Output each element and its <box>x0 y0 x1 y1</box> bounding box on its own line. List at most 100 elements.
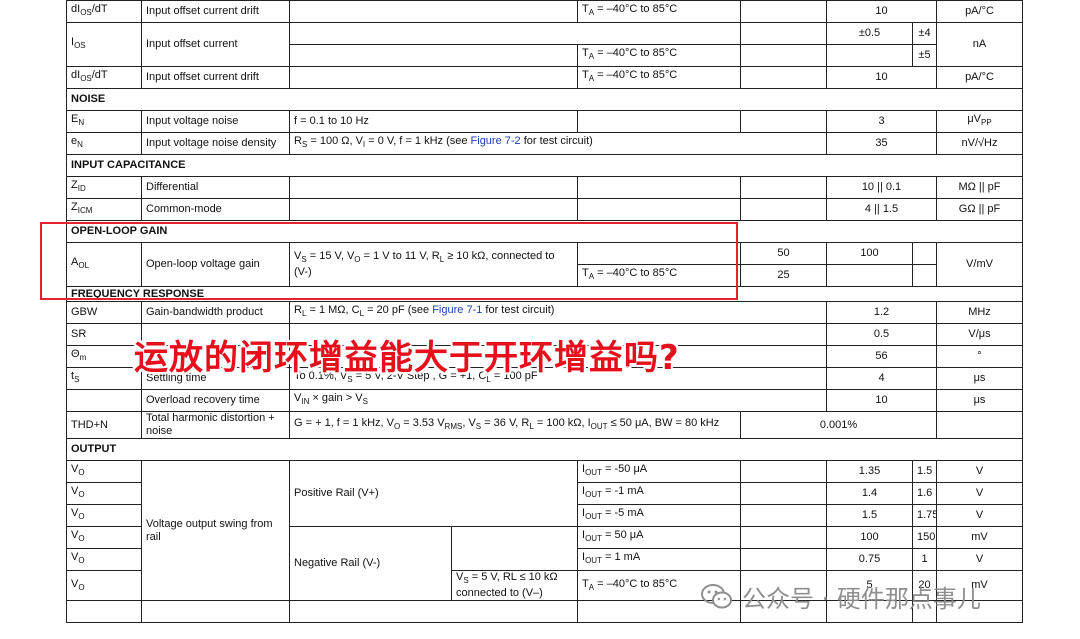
min-cell <box>740 66 827 89</box>
condition-cell: f = 0.1 to 10 Hz <box>289 110 578 133</box>
watermark: 公众号 · 硬件那点事儿 <box>700 579 981 614</box>
parameter-cell: Voltage output swing from rail <box>141 459 290 602</box>
parameter-cell: Differential <box>141 176 290 199</box>
min-cell <box>740 504 827 527</box>
parameter-cell: Total harmonic distortion + noise <box>141 411 290 439</box>
condition2-cell: TA = –40°C to 85°C <box>577 264 741 287</box>
parameter-cell <box>141 600 290 624</box>
typ-cell <box>826 44 913 67</box>
positive-rail-cell: Positive Rail (V+) <box>289 460 578 527</box>
section-title-output: OUTPUT <box>66 438 1023 461</box>
figure-link[interactable]: Figure 7-2 <box>471 135 521 147</box>
parameter-cell: Input voltage noise <box>141 110 290 133</box>
min-cell <box>740 482 827 505</box>
min-cell <box>740 22 827 45</box>
max-cell: ±4 <box>912 22 937 45</box>
symbol-cell: Θm <box>66 345 142 368</box>
min-cell <box>740 176 827 199</box>
iout-cell: IOUT = -1 mA <box>577 482 741 505</box>
table-row: dIOS/dT Input offset current drift TA = … <box>66 0 1023 23</box>
condition2-cell <box>577 198 741 221</box>
typ-cell <box>826 264 913 287</box>
parameter-cell: Overload recovery time <box>141 389 290 412</box>
iout-cell: IOUT = -5 mA <box>577 504 741 527</box>
condition-cell: RL = 1 MΩ, CL = 20 pF (see Figure 7-1 fo… <box>289 301 827 324</box>
typ-cell: 1.2 <box>826 301 937 324</box>
min-cell <box>740 526 827 549</box>
condition2-cell <box>577 242 741 265</box>
min-cell: 50 <box>740 242 827 265</box>
min-cell <box>740 460 827 483</box>
typ-cell: 1.5 <box>826 504 913 527</box>
condition-cell <box>289 22 741 45</box>
parameter-cell: Input voltage noise density <box>141 132 290 155</box>
typ-cell: 4 <box>826 367 937 390</box>
unit-cell: V <box>936 548 1023 571</box>
max-cell: 150 <box>912 526 937 549</box>
min-cell <box>740 44 827 67</box>
parameter-cell: Input offset current drift <box>141 0 290 23</box>
typ-cell: 10 <box>826 389 937 412</box>
symbol-cell: EN <box>66 110 142 133</box>
section-header-row: NOISE <box>66 88 1023 111</box>
condition-cell: RS = 100 Ω, VI = 0 V, f = 1 kHz (see Fig… <box>289 132 827 155</box>
min-cell <box>740 110 827 133</box>
condition2-cell: TA = –40°C to 85°C <box>577 66 741 89</box>
symbol-cell: tS <box>66 367 142 390</box>
negative-rail-cell: Negative Rail (V-) <box>289 525 452 602</box>
figure-link[interactable]: Figure 7-1 <box>432 304 482 316</box>
unit-cell: MHz <box>936 301 1023 324</box>
unit-cell: ° <box>936 345 1023 368</box>
section-title-frequency-response: FREQUENCY RESPONSE <box>66 286 1023 302</box>
typ-cell: 10 <box>826 0 937 23</box>
symbol-cell: VO <box>66 504 142 527</box>
unit-cell: nV/√Hz <box>936 132 1023 155</box>
neg-cond-cell: VS = 5 V, RL ≤ 10 kΩ connected to (V–) <box>451 569 578 602</box>
max-cell: 1.6 <box>912 482 937 505</box>
unit-cell: V <box>936 460 1023 483</box>
typ-cell: 1.4 <box>826 482 913 505</box>
condition-cell <box>289 176 578 199</box>
condition-cell <box>289 44 578 67</box>
electrical-characteristics-table: dIOS/dT Input offset current drift TA = … <box>66 0 1023 624</box>
unit-cell: mV <box>936 526 1023 549</box>
typ-cell: 1.35 <box>826 460 913 483</box>
typ-cell: 56 <box>826 345 937 368</box>
symbol-cell: ZICM <box>66 198 142 221</box>
symbol-cell: VO <box>66 526 142 549</box>
symbol-cell: VO <box>66 548 142 571</box>
symbol-cell: VO <box>66 460 142 483</box>
unit-cell: V/μs <box>936 323 1023 346</box>
section-header-row: INPUT CAPACITANCE <box>66 154 1023 177</box>
symbol-cell: AOL <box>66 242 142 287</box>
unit-cell: V <box>936 482 1023 505</box>
symbol-cell: dIOS/dT <box>66 0 142 23</box>
max-cell: ±5 <box>912 44 937 67</box>
watermark-text: 公众号 · 硬件那点事儿 <box>742 585 981 613</box>
table-row: AOL Open-loop voltage gain VS = 15 V, VO… <box>66 242 1023 287</box>
symbol-cell: THD+N <box>66 411 142 439</box>
condition-cell <box>289 0 578 23</box>
symbol-cell: ZID <box>66 176 142 199</box>
unit-cell: MΩ || pF <box>936 176 1023 199</box>
parameter-cell: Input offset current <box>141 22 290 67</box>
neg-cond-cell <box>451 526 578 571</box>
unit-cell <box>936 411 1023 439</box>
table-row: EN Input voltage noise f = 0.1 to 10 Hz … <box>66 110 1023 133</box>
overlay-question: 运放的闭环增益能大于开环增益吗? <box>134 338 680 378</box>
table-row: Overload recovery time VIN × gain > VS 1… <box>66 389 1023 412</box>
table-row: ZID Differential 10 || 0.1 MΩ || pF <box>66 176 1023 199</box>
section-header-row: OUTPUT <box>66 438 1023 461</box>
symbol-cell: eN <box>66 132 142 155</box>
typ-cell: 10 || 0.1 <box>826 176 937 199</box>
section-title-open-loop-gain: OPEN-LOOP GAIN <box>66 220 1023 243</box>
spec-table-sheet: dIOS/dT Input offset current drift TA = … <box>66 0 1023 624</box>
condition-cell <box>289 66 578 89</box>
symbol-cell <box>66 600 142 624</box>
section-header-row: OPEN-LOOP GAIN <box>66 220 1023 243</box>
condition-cell: G = + 1, f = 1 kHz, VO = 3.53 VRMS, VS =… <box>289 411 741 439</box>
symbol-cell: SR <box>66 323 142 346</box>
table-row: GBW Gain-bandwidth product RL = 1 MΩ, CL… <box>66 301 1023 324</box>
table-row: IOS Input offset current ±0.5 ±4 nA <box>66 22 1023 67</box>
wechat-icon <box>701 583 732 608</box>
